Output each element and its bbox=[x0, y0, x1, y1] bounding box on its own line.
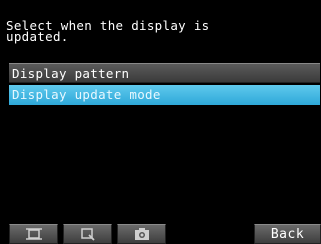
capture-button[interactable] bbox=[117, 224, 166, 244]
bottom-toolbar: Back bbox=[9, 224, 321, 244]
zoom-button[interactable] bbox=[63, 224, 112, 244]
instruction-text: Select when the display is updated. bbox=[6, 19, 306, 43]
back-button-label: Back bbox=[270, 226, 305, 242]
menu-item-label: Display pattern bbox=[12, 66, 130, 81]
fit-screen-icon bbox=[24, 227, 44, 241]
camera-icon bbox=[132, 227, 152, 241]
zoom-icon bbox=[78, 227, 98, 241]
menu-item-label: Display update mode bbox=[12, 87, 161, 102]
screen: Select when the display is updated. Disp… bbox=[0, 0, 321, 244]
menu-item-display-pattern[interactable]: Display pattern bbox=[9, 63, 320, 83]
fit-screen-button[interactable] bbox=[9, 224, 58, 244]
menu-list: Display pattern Display update mode bbox=[9, 63, 320, 105]
menu-item-display-update-mode[interactable]: Display update mode bbox=[9, 85, 320, 105]
back-button[interactable]: Back bbox=[254, 224, 321, 244]
